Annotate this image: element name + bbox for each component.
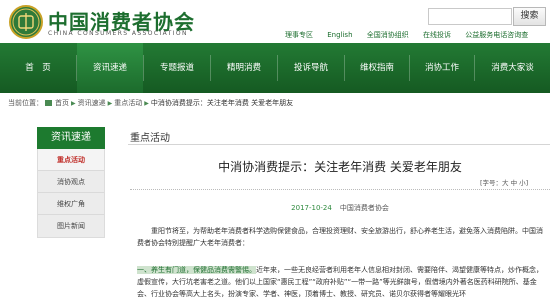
home-icon [45,100,52,106]
top-link-council[interactable]: 理事专区 [285,31,313,39]
paragraph-text: 重阳节将至，为帮助老年消费者科学选购保健食品，合理投资理财、安全旅游出行，舒心养… [137,227,543,247]
nav-item-special-reports[interactable]: 专题报道 [144,43,210,93]
article-divider [130,189,550,190]
breadcrumb-home[interactable]: 首页 [55,99,69,107]
section-divider [128,144,550,145]
search-input[interactable] [428,8,512,25]
breadcrumb-arrow-icon: ▶ [71,100,76,107]
sidebar-item-rights[interactable]: 维权广角 [38,193,104,215]
cca-seal-icon[interactable] [9,5,43,39]
top-links: 理事专区 English 全国消协组织 在线投诉 公益服务电话咨询查 [285,30,540,40]
top-link-english[interactable]: English [327,31,352,39]
breadcrumb-news[interactable]: 资讯速递 [78,99,106,107]
breadcrumb-current: 中消协消费提示：关注老年消费 关爱老年朋友 [150,99,294,107]
site-header: 中国消费者协会 CHINA CONSUMERS ASSOCIATION 搜索 理… [0,0,550,43]
breadcrumb-key-activities[interactable]: 重点活动 [114,99,142,107]
article-title: 中消协消费提示：关注老年消费 关爱老年朋友 [218,160,462,174]
nav-item-rights-guide[interactable]: 维权指南 [345,43,409,93]
sidebar-item-photo-news[interactable]: 图片新闻 [38,215,104,237]
article-date: 2017-10-24 [291,204,332,212]
sidebar-item-key-activities[interactable]: 重点活动 [38,149,104,171]
sidebar-title: 资讯速递 [37,127,105,149]
section-title: 重点活动 [130,133,170,144]
top-link-hotline[interactable]: 公益服务电话咨询查 [465,31,528,39]
breadcrumb: 当前位置： 首页 ▶ 资讯速递 ▶ 重点活动 ▶ 中消协消费提示：关注老年消费 关爱老年朋友 [8,98,293,108]
nav-item-home[interactable]: 首 页 [0,43,76,93]
breadcrumb-arrow-icon: ▶ [107,100,113,107]
breadcrumb-arrow-icon: ▶ [144,100,149,107]
article-paragraph: 重阳节将至，为帮助老年消费者科学选购保健食品，合理投资理财、安全旅游出行，舒心养… [137,225,547,249]
top-link-complaint[interactable]: 在线投诉 [423,31,451,39]
nav-item-news[interactable]: 资讯速递 [77,43,143,93]
nav-item-consumer-forum[interactable]: 消费大家谈 [475,43,550,93]
sidebar: 资讯速递 重点活动 消协观点 维权广角 图片新闻 [37,127,105,238]
breadcrumb-prefix: 当前位置： [8,99,43,107]
article-source: 中国消费者协会 [339,204,389,212]
nav-item-smart-consumption[interactable]: 精明消费 [211,43,277,93]
logo-title-en: CHINA CONSUMERS ASSOCIATION [48,30,188,37]
article-meta: 2017-10-24 中国消费者协会 [130,203,550,213]
top-link-organizations[interactable]: 全国消协组织 [367,31,409,39]
article-paragraph: 一、养生有门道，保健品消费需警惕。近年来，一些无良经营者利用老年人信息相对封闭、… [137,264,547,305]
main-nav: 首 页 资讯速递 专题报道 精明消费 投诉导航 维权指南 消协工作 消费大家谈 [0,43,550,93]
sidebar-list: 重点活动 消协观点 维权广角 图片新闻 [37,149,105,238]
sidebar-item-viewpoints[interactable]: 消协观点 [38,171,104,193]
nav-item-association-work[interactable]: 消协工作 [410,43,474,93]
search-button[interactable]: 搜索 [513,7,546,26]
font-size-switcher[interactable]: [字号：大 中 小] [480,177,528,187]
paragraph-highlight: 一、养生有门道，保健品消费需警惕。 [137,266,256,274]
nav-item-complaint-guide[interactable]: 投诉导航 [278,43,344,93]
